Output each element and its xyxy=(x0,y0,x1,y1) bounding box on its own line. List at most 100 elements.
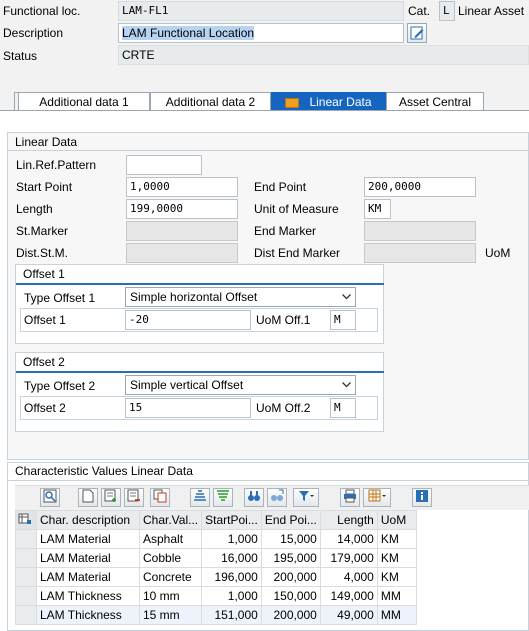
print-button[interactable] xyxy=(340,488,360,507)
char-values-title-line xyxy=(8,480,529,481)
row-selector[interactable] xyxy=(15,586,37,606)
description-field[interactable]: LAM Functional Location xyxy=(118,23,404,43)
char-values-table: Char. description Char.Val... StartPoi..… xyxy=(15,510,417,625)
uom-off-2-field[interactable]: M xyxy=(330,398,356,418)
type-offset-2-value: Simple vertical Offset xyxy=(130,378,244,392)
row-selector[interactable] xyxy=(15,605,37,625)
cell-start-point: 16,000 xyxy=(201,548,262,568)
sort-ascending-button[interactable] xyxy=(190,488,210,507)
dist-end-marker-label: Dist End Marker xyxy=(254,246,341,260)
cell-uom: KM xyxy=(376,567,417,587)
tab-additional-data-2[interactable]: Additional data 2 xyxy=(150,92,271,110)
cell-char-description: LAM Material xyxy=(36,548,140,568)
table-row[interactable]: LAM Material Cobble 16,000 195,000 179,0… xyxy=(15,548,417,568)
cell-end-point: 200,000 xyxy=(260,567,321,587)
edit-long-text-button[interactable] xyxy=(407,23,427,43)
st-marker-field xyxy=(126,221,238,241)
dist-st-m-field xyxy=(126,243,238,263)
tab-asset-central[interactable]: Asset Central xyxy=(386,92,484,110)
col-header-char-description[interactable]: Char. description xyxy=(36,510,140,530)
cell-end-point: 150,000 xyxy=(260,586,321,606)
offset-2-field[interactable]: 15 xyxy=(125,398,251,418)
info-button[interactable] xyxy=(412,488,432,507)
cell-length: 4,000 xyxy=(319,567,378,587)
col-header-end-point[interactable]: End Poi... xyxy=(260,510,321,530)
linear-data-title: Linear Data xyxy=(15,135,78,149)
lin-ref-pattern-field[interactable] xyxy=(126,155,202,175)
find-next-button[interactable] xyxy=(267,488,287,507)
sort-descending-icon xyxy=(217,490,229,501)
cell-start-point: 1,000 xyxy=(201,586,262,606)
uom-label: UoM xyxy=(485,246,511,260)
col-header-start-point[interactable]: StartPoi... xyxy=(201,510,262,530)
cell-length: 49,000 xyxy=(319,605,378,625)
functional-loc-field[interactable]: LAM-FL1 xyxy=(118,1,404,21)
row-selector[interactable] xyxy=(15,567,37,587)
cell-uom: KM xyxy=(376,548,417,568)
unit-of-measure-label: Unit of Measure xyxy=(254,202,339,216)
binoculars-icon xyxy=(248,491,260,501)
pencil-icon xyxy=(410,26,424,40)
delete-row-button[interactable] xyxy=(124,488,144,507)
copy-icon xyxy=(153,489,167,503)
cell-char-description: LAM Thickness xyxy=(36,605,140,625)
col-header-length[interactable]: Length xyxy=(319,510,378,530)
end-point-field[interactable]: 200,0000 xyxy=(364,177,476,197)
status-field: CRTE xyxy=(118,45,529,65)
cat-field[interactable]: L xyxy=(439,1,455,21)
cell-uom: KM xyxy=(376,529,417,549)
uom-off-1-field[interactable]: M xyxy=(330,310,356,330)
offset-1-field[interactable]: -20 xyxy=(125,310,251,330)
type-offset-1-label: Type Offset 1 xyxy=(24,291,96,305)
description-label: Description xyxy=(3,26,64,40)
table-row[interactable]: LAM Thickness 10 mm 1,000 150,000 149,00… xyxy=(15,586,417,606)
dist-end-marker-field xyxy=(364,243,476,263)
table-row[interactable]: LAM Thickness 15 mm 151,000 200,000 49,0… xyxy=(15,605,417,625)
export-button[interactable] xyxy=(363,488,391,507)
table-row[interactable]: LAM Material Asphalt 1,000 15,000 14,000… xyxy=(15,529,417,549)
offset-1-label: Offset 1 xyxy=(24,313,66,327)
details-button[interactable] xyxy=(40,488,60,507)
cell-length: 149,000 xyxy=(319,586,378,606)
col-header-uom[interactable]: UoM xyxy=(376,510,417,530)
cat-text: Linear Asset xyxy=(458,4,525,18)
find-next-icon xyxy=(271,489,284,501)
offset-1-title: Offset 1 xyxy=(23,267,65,281)
print-icon xyxy=(344,489,356,503)
tab-additional-data-1[interactable]: Additional data 1 xyxy=(18,92,150,110)
copy-row-button[interactable] xyxy=(150,488,170,507)
cell-start-point: 1,000 xyxy=(201,529,262,549)
table-row[interactable]: LAM Material Concrete 196,000 200,000 4,… xyxy=(15,567,417,587)
row-selector[interactable] xyxy=(15,529,37,549)
type-offset-1-select[interactable]: Simple horizontal Offset xyxy=(125,287,356,307)
new-row-button[interactable] xyxy=(78,488,98,507)
start-point-field[interactable]: 1,0000 xyxy=(126,177,238,197)
unit-of-measure-field[interactable]: KM xyxy=(364,199,391,219)
row-selector[interactable] xyxy=(15,548,37,568)
select-all-cell[interactable] xyxy=(15,510,37,530)
sort-ascending-icon xyxy=(194,490,206,501)
offset-1-title-underline xyxy=(16,283,384,285)
type-offset-2-label: Type Offset 2 xyxy=(24,379,96,393)
table-settings-icon xyxy=(18,513,31,524)
type-offset-2-select[interactable]: Simple vertical Offset xyxy=(125,375,356,395)
col-header-char-value[interactable]: Char.Val... xyxy=(138,510,203,530)
append-row-button[interactable] xyxy=(101,488,121,507)
cell-char-value: 10 mm xyxy=(138,586,203,606)
cell-end-point: 200,000 xyxy=(260,605,321,625)
cell-uom: MM xyxy=(376,586,417,606)
cell-end-point: 195,000 xyxy=(260,548,321,568)
sort-descending-button[interactable] xyxy=(213,488,233,507)
length-label: Length xyxy=(16,202,53,216)
lin-ref-pattern-label: Lin.Ref.Pattern xyxy=(16,158,97,172)
length-field[interactable]: 199,0000 xyxy=(126,199,238,219)
filter-icon xyxy=(299,491,314,501)
magnifier-icon xyxy=(43,489,57,503)
table-header-row: Char. description Char.Val... StartPoi..… xyxy=(15,510,417,530)
info-icon xyxy=(416,490,428,502)
filter-button[interactable] xyxy=(293,488,319,507)
cell-start-point: 151,000 xyxy=(201,605,262,625)
tab-linear-data[interactable]: Linear Data xyxy=(271,92,386,110)
cell-char-value: Asphalt xyxy=(138,529,203,549)
find-button[interactable] xyxy=(244,488,264,507)
